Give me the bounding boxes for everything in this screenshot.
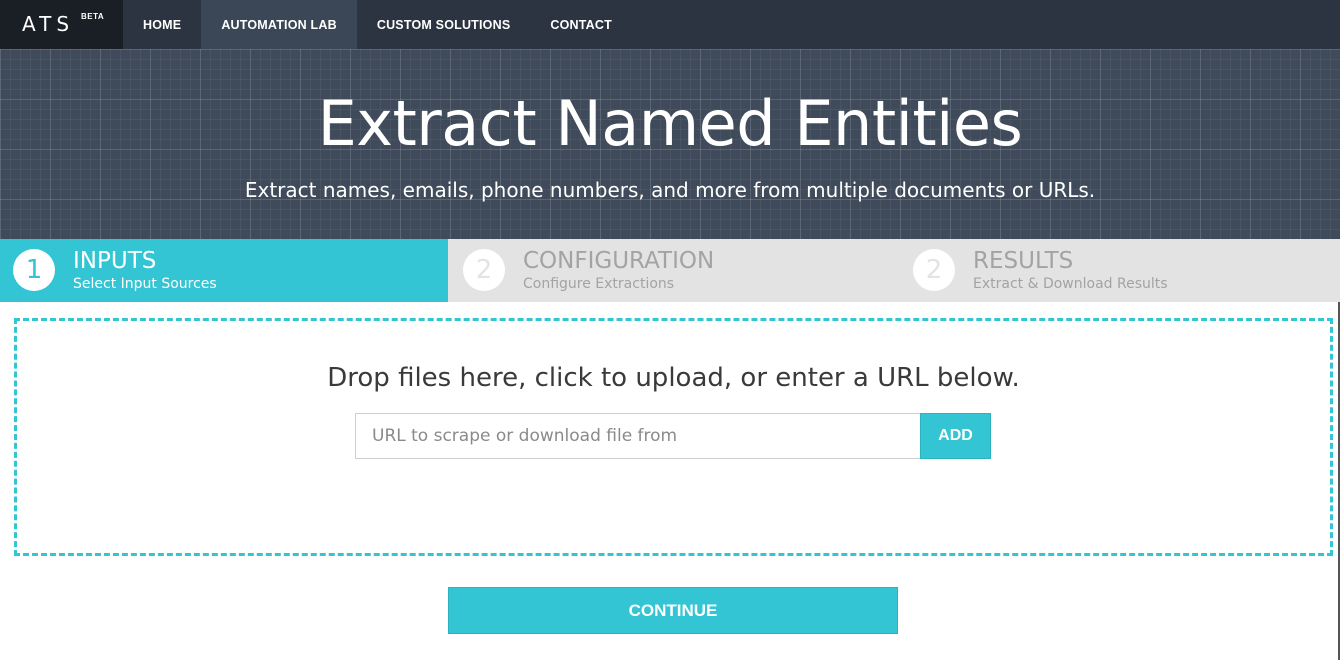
- step-results[interactable]: 2 RESULTS Extract & Download Results: [898, 239, 1340, 302]
- brand-name: ATS: [22, 12, 75, 36]
- beta-badge: BETA: [81, 12, 105, 21]
- top-navbar: ATS BETA HOME AUTOMATION LAB CUSTOM SOLU…: [0, 0, 1340, 49]
- step-progress-bar: 1 INPUTS Select Input Sources 2 CONFIGUR…: [0, 239, 1340, 302]
- step-number-circle: 1: [13, 249, 55, 291]
- page-subtitle: Extract names, emails, phone numbers, an…: [244, 178, 1096, 202]
- brand-logo[interactable]: ATS BETA: [0, 0, 123, 49]
- step-title: RESULTS: [973, 248, 1074, 274]
- dropzone-prompt: Drop files here, click to upload, or ent…: [327, 363, 1020, 393]
- file-dropzone[interactable]: Drop files here, click to upload, or ent…: [14, 318, 1333, 556]
- nav-item-automation-lab[interactable]: AUTOMATION LAB: [201, 0, 357, 49]
- continue-button[interactable]: CONTINUE: [448, 587, 898, 634]
- add-url-button[interactable]: ADD: [920, 413, 991, 459]
- nav-item-contact[interactable]: CONTACT: [530, 0, 632, 49]
- step-number-circle: 2: [913, 249, 955, 291]
- step-title: CONFIGURATION: [523, 248, 715, 274]
- hero-banner: Extract Named Entities Extract names, em…: [0, 49, 1340, 239]
- url-input[interactable]: [355, 413, 921, 459]
- step-description: Configure Extractions: [523, 276, 675, 292]
- page-title: Extract Named Entities: [317, 87, 1023, 160]
- step-description: Extract & Download Results: [973, 276, 1168, 292]
- step-description: Select Input Sources: [73, 276, 217, 292]
- step-number-circle: 2: [463, 249, 505, 291]
- nav-item-home[interactable]: HOME: [123, 0, 201, 49]
- step-inputs[interactable]: 1 INPUTS Select Input Sources: [0, 239, 448, 302]
- step-configuration[interactable]: 2 CONFIGURATION Configure Extractions: [448, 239, 898, 302]
- nav-item-custom-solutions[interactable]: CUSTOM SOLUTIONS: [357, 0, 531, 49]
- step-title: INPUTS: [73, 248, 157, 274]
